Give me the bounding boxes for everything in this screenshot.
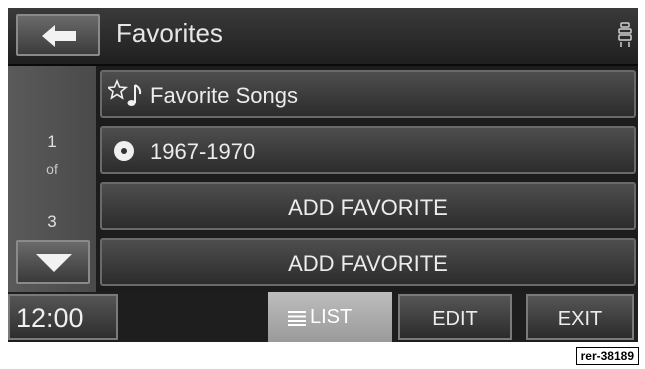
favorite-item-favorite-songs[interactable]: Favorite Songs xyxy=(100,70,636,118)
pager: 1 of 3 xyxy=(8,66,96,292)
disc-icon xyxy=(114,141,134,161)
back-button[interactable] xyxy=(16,14,100,56)
page-title: Favorites xyxy=(116,18,223,48)
page-down-button[interactable] xyxy=(16,240,90,284)
edit-label: EDIT xyxy=(432,308,478,330)
bottom-bar: 12:00 LIST EDIT EXIT xyxy=(8,292,638,342)
favorites-list: 1 of 3 Favorite Songs 1967-1970 ADD FAVO… xyxy=(8,66,638,292)
header: Favorites xyxy=(8,8,638,66)
add-favorite-label: ADD FAVORITE xyxy=(288,251,448,276)
pager-current: 1 xyxy=(47,132,57,151)
list-tab[interactable]: LIST xyxy=(268,292,392,342)
clock-time: 12:00 xyxy=(16,303,84,333)
edit-button[interactable]: EDIT xyxy=(398,294,512,340)
left-arrow-icon xyxy=(42,25,76,47)
favorite-item-1967-1970[interactable]: 1967-1970 xyxy=(100,126,636,174)
favorite-item-label: 1967-1970 xyxy=(150,139,256,164)
down-triangle-icon xyxy=(36,254,72,272)
vehicle-seat-icon xyxy=(618,22,632,47)
add-favorite-button[interactable]: ADD FAVORITE xyxy=(100,238,636,286)
list-label: LIST xyxy=(310,306,353,328)
list-icon xyxy=(288,311,306,326)
exit-label: EXIT xyxy=(557,308,603,330)
screen: Favorites 1 of 3 Favorite Songs 1967-197… xyxy=(8,8,638,342)
clock[interactable]: 12:00 xyxy=(8,294,118,340)
pager-of-label: of xyxy=(46,161,58,177)
add-favorite-label: ADD FAVORITE xyxy=(288,195,448,220)
exit-button[interactable]: EXIT xyxy=(526,294,634,340)
pager-total: 3 xyxy=(47,212,57,231)
reference-code: rer-38189 xyxy=(575,347,639,365)
star-music-note-icon xyxy=(108,79,142,106)
favorite-item-label: Favorite Songs xyxy=(150,83,298,108)
add-favorite-button[interactable]: ADD FAVORITE xyxy=(100,182,636,230)
